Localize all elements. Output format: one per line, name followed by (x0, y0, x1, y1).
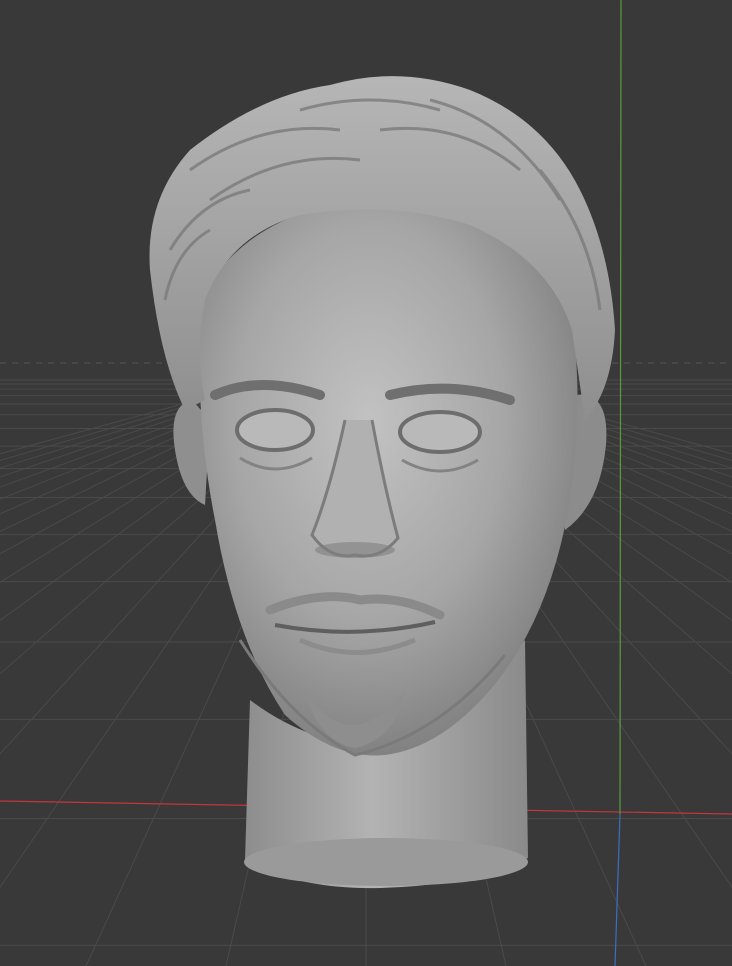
sculpted-head-model-icon[interactable] (149, 76, 616, 889)
y-axis-line (619, 0, 622, 815)
neck-base (244, 838, 528, 886)
left-eye (235, 408, 315, 452)
viewport-canvas[interactable] (0, 0, 732, 966)
3d-viewport[interactable] (0, 0, 732, 966)
z-axis-line (614, 813, 621, 966)
right-eye (398, 410, 482, 454)
nose-tip-shadow (315, 542, 395, 558)
